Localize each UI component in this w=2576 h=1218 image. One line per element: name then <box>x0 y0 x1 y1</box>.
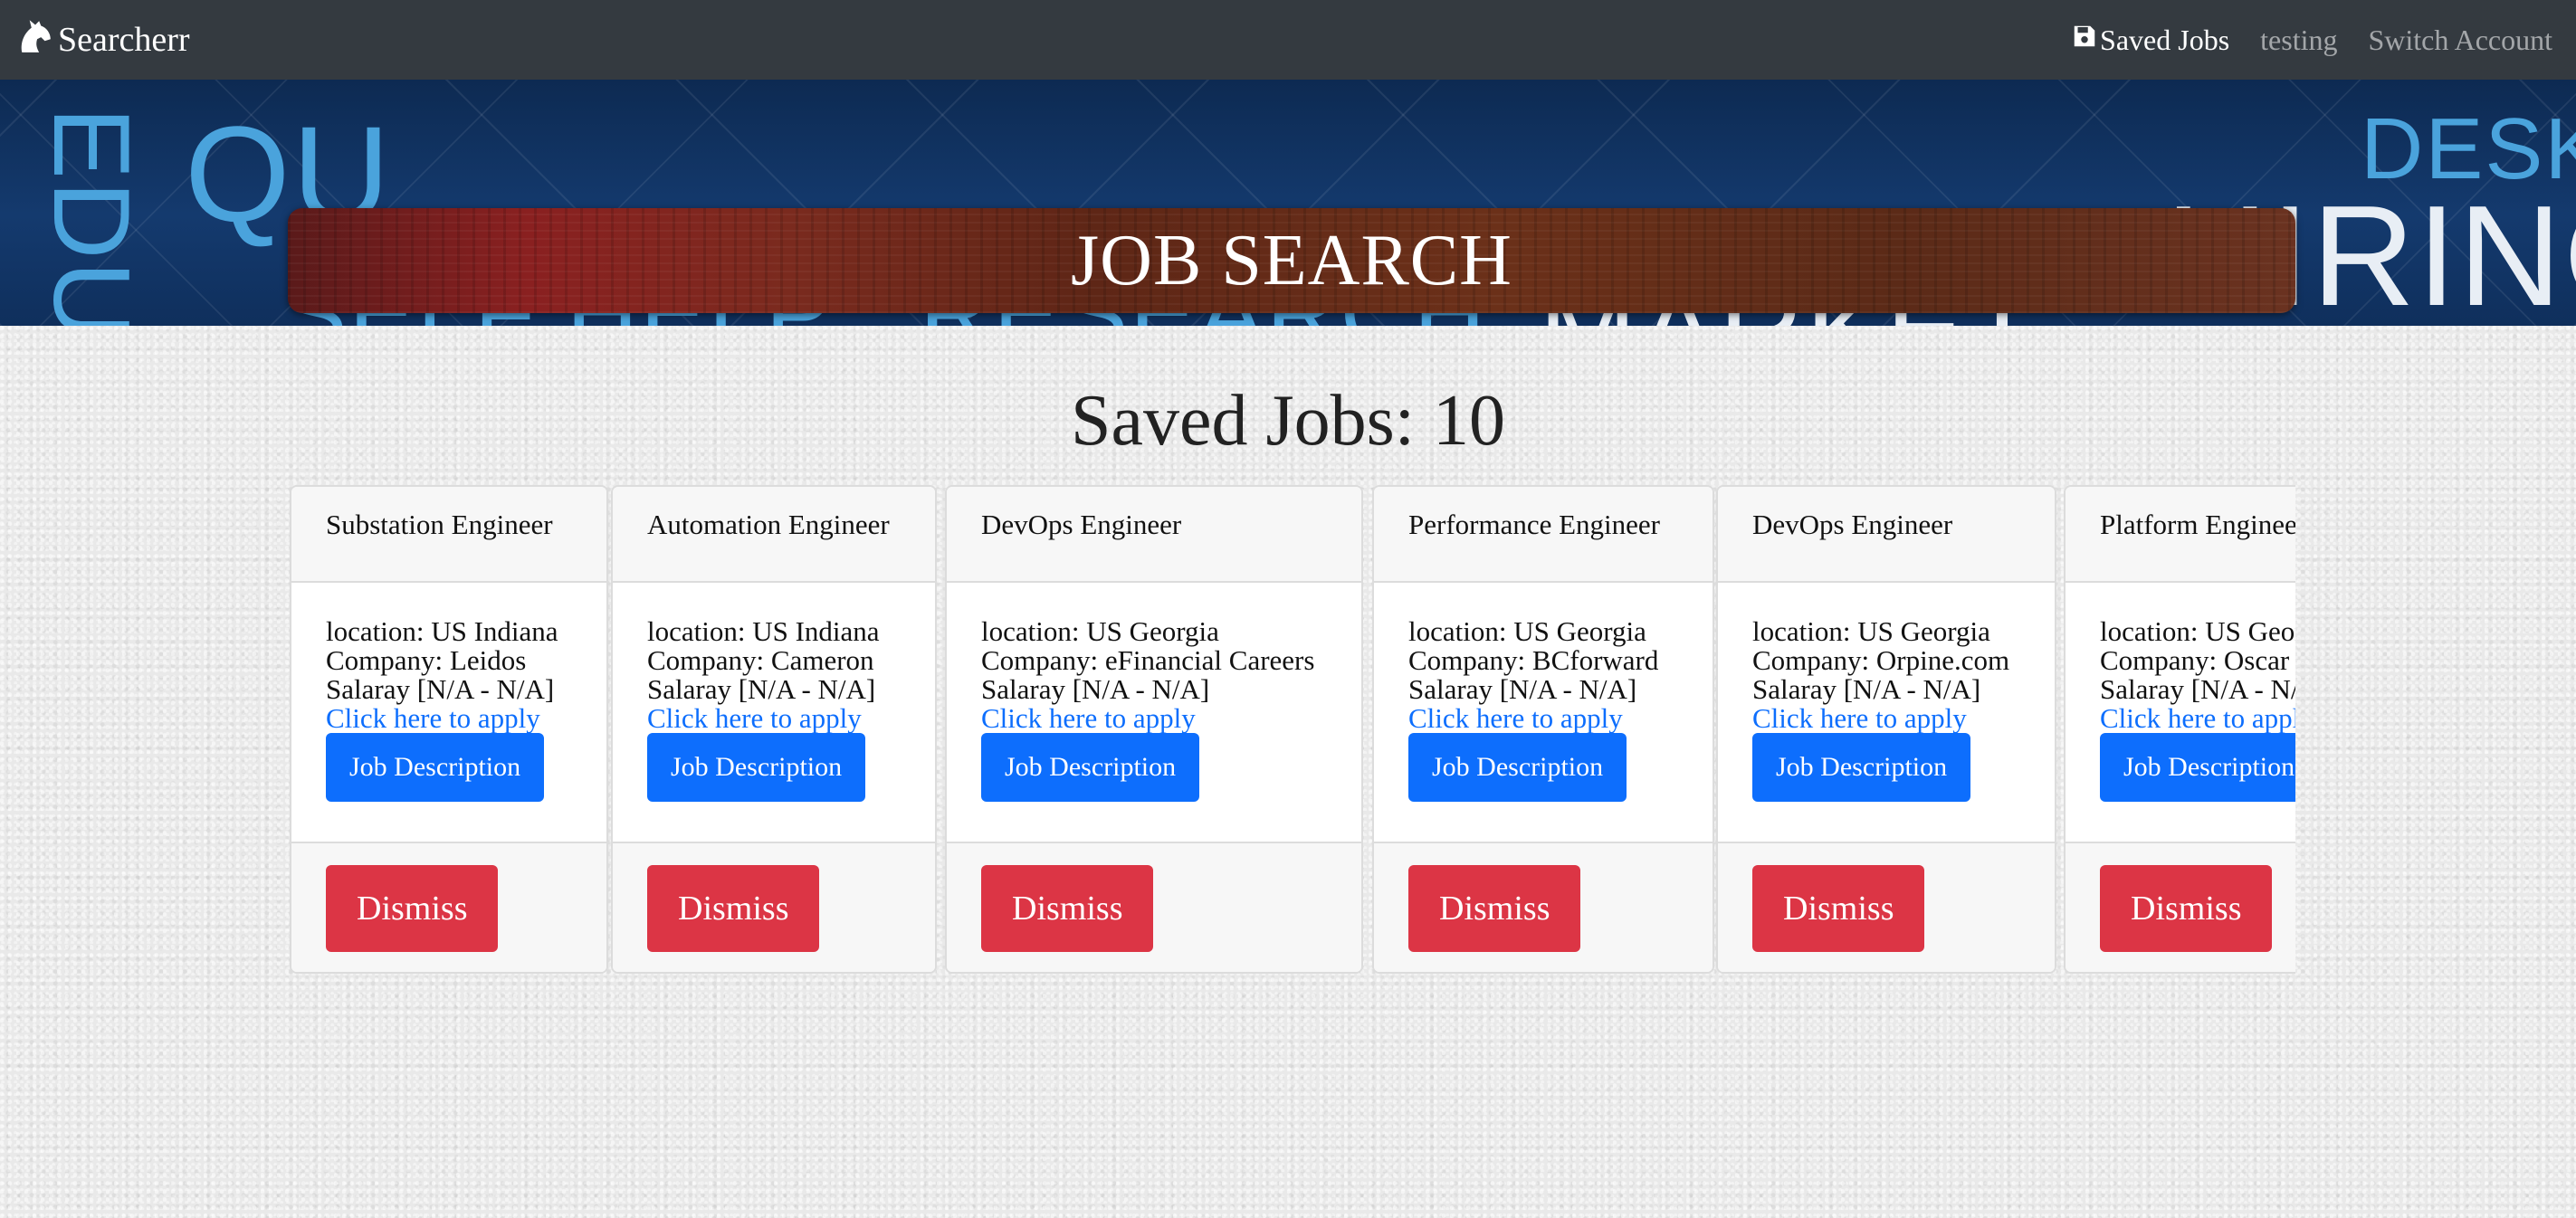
job-company: Company: Leidos <box>326 644 527 676</box>
job-salary: Salaray [N/A - N/A] <box>326 673 555 705</box>
job-card-body: location: US Indiana Company: Leidos Sal… <box>291 583 606 843</box>
job-company: Company: eFinancial Careers <box>981 644 1315 676</box>
floppy-disk-icon <box>2071 23 2100 57</box>
brand-link[interactable]: Searcherr <box>16 16 190 63</box>
job-company: Company: Orpine.com <box>1752 644 2010 676</box>
job-description-button[interactable]: Job Description <box>647 733 866 802</box>
nav-switch-account[interactable]: Switch Account <box>2368 24 2552 57</box>
apply-link[interactable]: Click here to apply <box>981 704 1327 733</box>
hero-title: JOB SEARCH <box>1071 220 1512 300</box>
saved-jobs-count-title: Saved Jobs: 10 <box>1071 381 1505 461</box>
apply-link[interactable]: Click here to apply <box>1752 704 2020 733</box>
top-navbar: Searcherr Saved Jobs testing Switch Acco… <box>0 0 2576 80</box>
job-location: location: US Georgia <box>981 615 1219 647</box>
job-salary: Salaray [N/A - N/A] <box>647 673 876 705</box>
dismiss-button[interactable]: Dismiss <box>981 865 1154 952</box>
job-card-title: Performance Engineer <box>1374 487 1713 583</box>
job-card-footer: Dismiss <box>613 842 935 972</box>
job-card: DevOps Engineer location: US Georgia Com… <box>1716 485 2056 974</box>
job-description-button[interactable]: Job Description <box>2100 733 2295 802</box>
hero-title-plank: JOB SEARCH <box>288 208 2295 313</box>
job-location: location: US Indiana <box>647 615 880 647</box>
hero-word: EDU <box>31 107 152 326</box>
job-card: Platform Engineer location: US Georgia C… <box>2064 485 2295 974</box>
nav-saved-jobs-label: Saved Jobs <box>2100 23 2230 56</box>
job-card: Substation Engineer location: US Indiana… <box>290 485 608 974</box>
job-card: DevOps Engineer location: US Georgia Com… <box>945 485 1363 974</box>
job-card-body: location: US Georgia Company: Oscar Sala… <box>2066 583 2295 843</box>
job-location: location: US Georgia <box>2100 615 2295 647</box>
hero-banner: EDU QU SELF HELP RESEARCH MARKET DESK HI… <box>0 80 2576 326</box>
job-card-title: DevOps Engineer <box>947 487 1361 583</box>
job-location: location: US Indiana <box>326 615 558 647</box>
saved-jobs-card-row[interactable]: Substation Engineer location: US Indiana… <box>288 485 2295 975</box>
job-card: Automation Engineer location: US Indiana… <box>611 485 937 974</box>
job-location: location: US Georgia <box>1752 615 1990 647</box>
job-salary: Salaray [N/A - N/A] <box>2100 673 2295 705</box>
dismiss-button[interactable]: Dismiss <box>1752 865 1925 952</box>
nav-saved-jobs[interactable]: Saved Jobs <box>2071 23 2229 57</box>
job-description-button[interactable]: Job Description <box>1752 733 1971 802</box>
job-company: Company: Oscar <box>2100 644 2290 676</box>
job-card-body: location: US Georgia Company: Orpine.com… <box>1718 583 2055 843</box>
job-description-button[interactable]: Job Description <box>1408 733 1627 802</box>
job-card-title: DevOps Engineer <box>1718 487 2055 583</box>
apply-link[interactable]: Click here to apply <box>647 704 901 733</box>
job-salary: Salaray [N/A - N/A] <box>1408 673 1637 705</box>
job-description-button[interactable]: Job Description <box>981 733 1200 802</box>
dismiss-button[interactable]: Dismiss <box>1408 865 1581 952</box>
job-card-title: Automation Engineer <box>613 487 935 583</box>
job-card-footer: Dismiss <box>1374 842 1713 972</box>
dismiss-button[interactable]: Dismiss <box>647 865 820 952</box>
job-card-title: Substation Engineer <box>291 487 606 583</box>
job-company: Company: Cameron <box>647 644 874 676</box>
job-card-title: Platform Engineer <box>2066 487 2295 583</box>
job-card-body: location: US Indiana Company: Cameron Sa… <box>613 583 935 843</box>
apply-link[interactable]: Click here to apply <box>326 704 572 733</box>
job-card-footer: Dismiss <box>2066 842 2295 972</box>
nav-user[interactable]: testing <box>2260 24 2337 57</box>
apply-link[interactable]: Click here to apply <box>1408 704 1678 733</box>
horse-logo-icon <box>16 16 54 63</box>
dismiss-button[interactable]: Dismiss <box>2100 865 2273 952</box>
job-description-button[interactable]: Job Description <box>326 733 545 802</box>
brand-name: Searcherr <box>58 21 190 59</box>
job-salary: Salaray [N/A - N/A] <box>981 673 1210 705</box>
job-card-footer: Dismiss <box>291 842 606 972</box>
job-card: Performance Engineer location: US Georgi… <box>1372 485 1714 974</box>
job-company: Company: BCforward <box>1408 644 1659 676</box>
job-card-footer: Dismiss <box>947 842 1361 972</box>
job-card-body: location: US Georgia Company: eFinancial… <box>947 583 1361 843</box>
apply-link[interactable]: Click here to apply <box>2100 704 2295 733</box>
job-location: location: US Georgia <box>1408 615 1646 647</box>
job-card-footer: Dismiss <box>1718 842 2055 972</box>
dismiss-button[interactable]: Dismiss <box>326 865 499 952</box>
job-card-body: location: US Georgia Company: BCforward … <box>1374 583 1713 843</box>
job-salary: Salaray [N/A - N/A] <box>1752 673 1981 705</box>
